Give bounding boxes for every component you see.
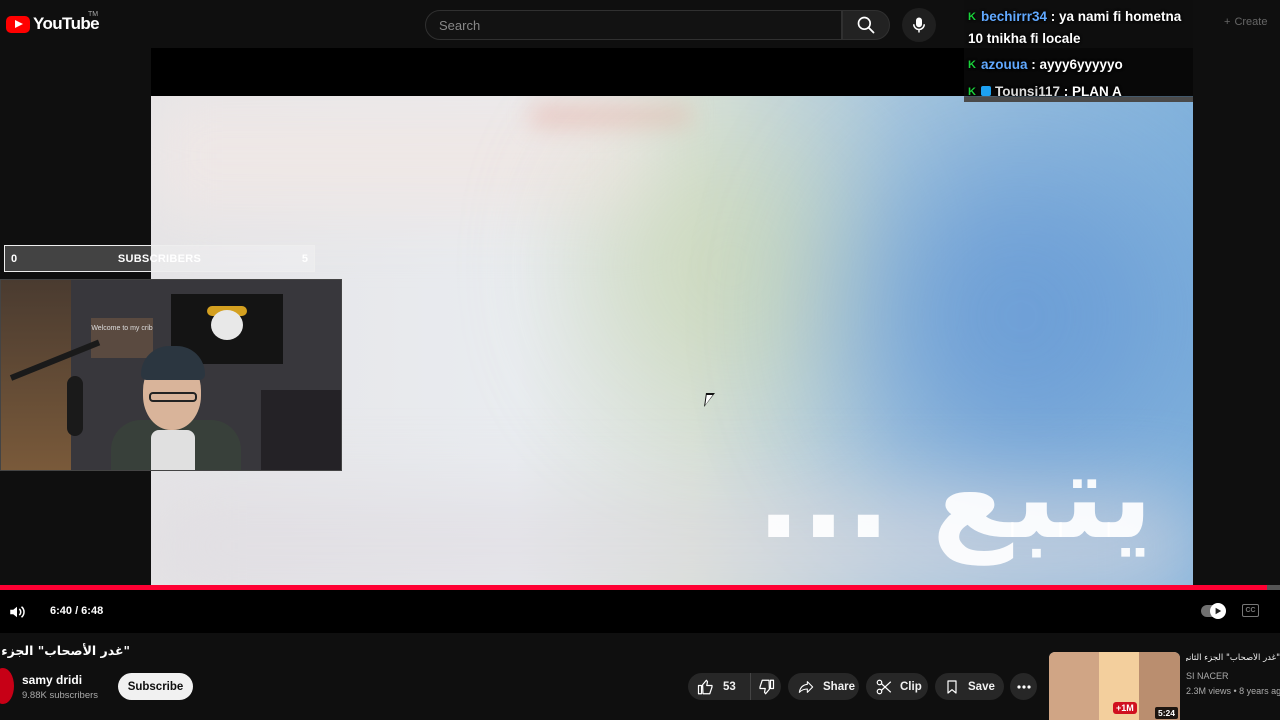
kick-badge-icon: K: [968, 11, 976, 23]
recommended-video-meta: 2.3M views • 8 years ago: [1186, 686, 1280, 696]
chat-text: : ayyy6yyyyyo: [1027, 57, 1123, 72]
like-button[interactable]: 53: [688, 673, 751, 700]
search-box[interactable]: [425, 10, 842, 40]
clip-label: Clip: [900, 680, 922, 693]
autoplay-toggle[interactable]: [1201, 603, 1226, 619]
chat-divider: [964, 97, 1193, 102]
subscriber-goal-max: 5: [301, 252, 308, 265]
thumbs-down-icon: [759, 679, 775, 694]
subscriber-goal-bar: 0 SUBSCRIBERS 5: [4, 245, 315, 272]
logo-tm: TM: [88, 11, 99, 18]
youtube-play-icon: [6, 15, 30, 33]
subscribe-button[interactable]: Subscribe: [118, 673, 193, 700]
subscriber-goal-label: SUBSCRIBERS: [117, 252, 202, 265]
search-icon: [857, 16, 875, 34]
player-controls: 6:40 / 6:48 CC: [0, 590, 1280, 633]
bookmark-icon: [947, 679, 957, 694]
like-count: 53: [723, 680, 736, 693]
save-label: Save: [968, 680, 995, 693]
like-dislike-group: 53: [688, 673, 781, 700]
plus-icon: +: [1224, 16, 1231, 28]
play-icon: [1215, 607, 1222, 615]
volume-icon: [10, 606, 25, 618]
scissors-icon: [876, 679, 892, 694]
captions-icon: CC: [1245, 607, 1256, 614]
thumbs-up-icon: [697, 679, 713, 694]
more-horizontal-icon: [1016, 684, 1031, 689]
kick-badge-icon: K: [968, 59, 976, 71]
search-button[interactable]: [842, 10, 890, 40]
chat-message: Kbechirrr34 : ya nami fi hometna 10 tnik…: [968, 6, 1189, 49]
live-chat-overlay: Kbechirrr34 : ya nami fi hometna 10 tnik…: [964, 0, 1193, 102]
volume-button[interactable]: [7, 603, 27, 621]
streamer-webcam: Welcome to my crib: [0, 279, 342, 471]
chat-username: bechirrr34: [980, 9, 1047, 24]
video-title: "غدر الأصحاب" الجزء الأ: [0, 643, 130, 658]
video-duration-badge: 5:24: [1154, 707, 1178, 719]
share-button[interactable]: Share: [788, 673, 859, 700]
channel-name[interactable]: samy dridi: [22, 673, 82, 687]
skull-icon: [211, 310, 243, 340]
voice-search-button[interactable]: [902, 8, 936, 42]
thumbnail-tag: +1M: [1113, 702, 1137, 714]
save-button[interactable]: Save: [935, 673, 1004, 700]
search-input[interactable]: [426, 11, 841, 39]
share-label: Share: [823, 680, 855, 693]
share-icon: [798, 680, 814, 693]
subscriber-badge-icon: [980, 86, 991, 96]
chat-message: Kazouua : ayyy6yyyyyo: [968, 54, 1189, 76]
channel-subscriber-count: 9.88K subscribers: [22, 690, 99, 701]
mouse-cursor-icon: [704, 393, 715, 407]
channel-avatar[interactable]: [0, 668, 14, 704]
recommended-video-title[interactable]: "غدر الأصحاب" الجزء الثاني: [1186, 653, 1280, 663]
wall-sign: Welcome to my crib: [91, 318, 153, 358]
more-actions-button[interactable]: [1010, 673, 1037, 700]
time-display: 6:40 / 6:48: [50, 605, 104, 617]
youtube-logo[interactable]: YouTube TM: [6, 11, 100, 34]
create-button[interactable]: + Create: [1224, 16, 1267, 28]
captions-button[interactable]: CC: [1242, 604, 1259, 617]
microphone: [67, 376, 83, 436]
chat-username: azouua: [980, 57, 1028, 72]
recommended-video-channel[interactable]: SI NACER: [1186, 671, 1229, 681]
create-label: Create: [1234, 16, 1268, 28]
microphone-icon: [913, 17, 925, 33]
dislike-button[interactable]: [751, 673, 781, 700]
clip-button[interactable]: Clip: [866, 673, 928, 700]
recommended-video-thumbnail[interactable]: +1M 5:24: [1049, 652, 1180, 720]
video-overlay-text: يتبع ...: [756, 427, 1153, 565]
